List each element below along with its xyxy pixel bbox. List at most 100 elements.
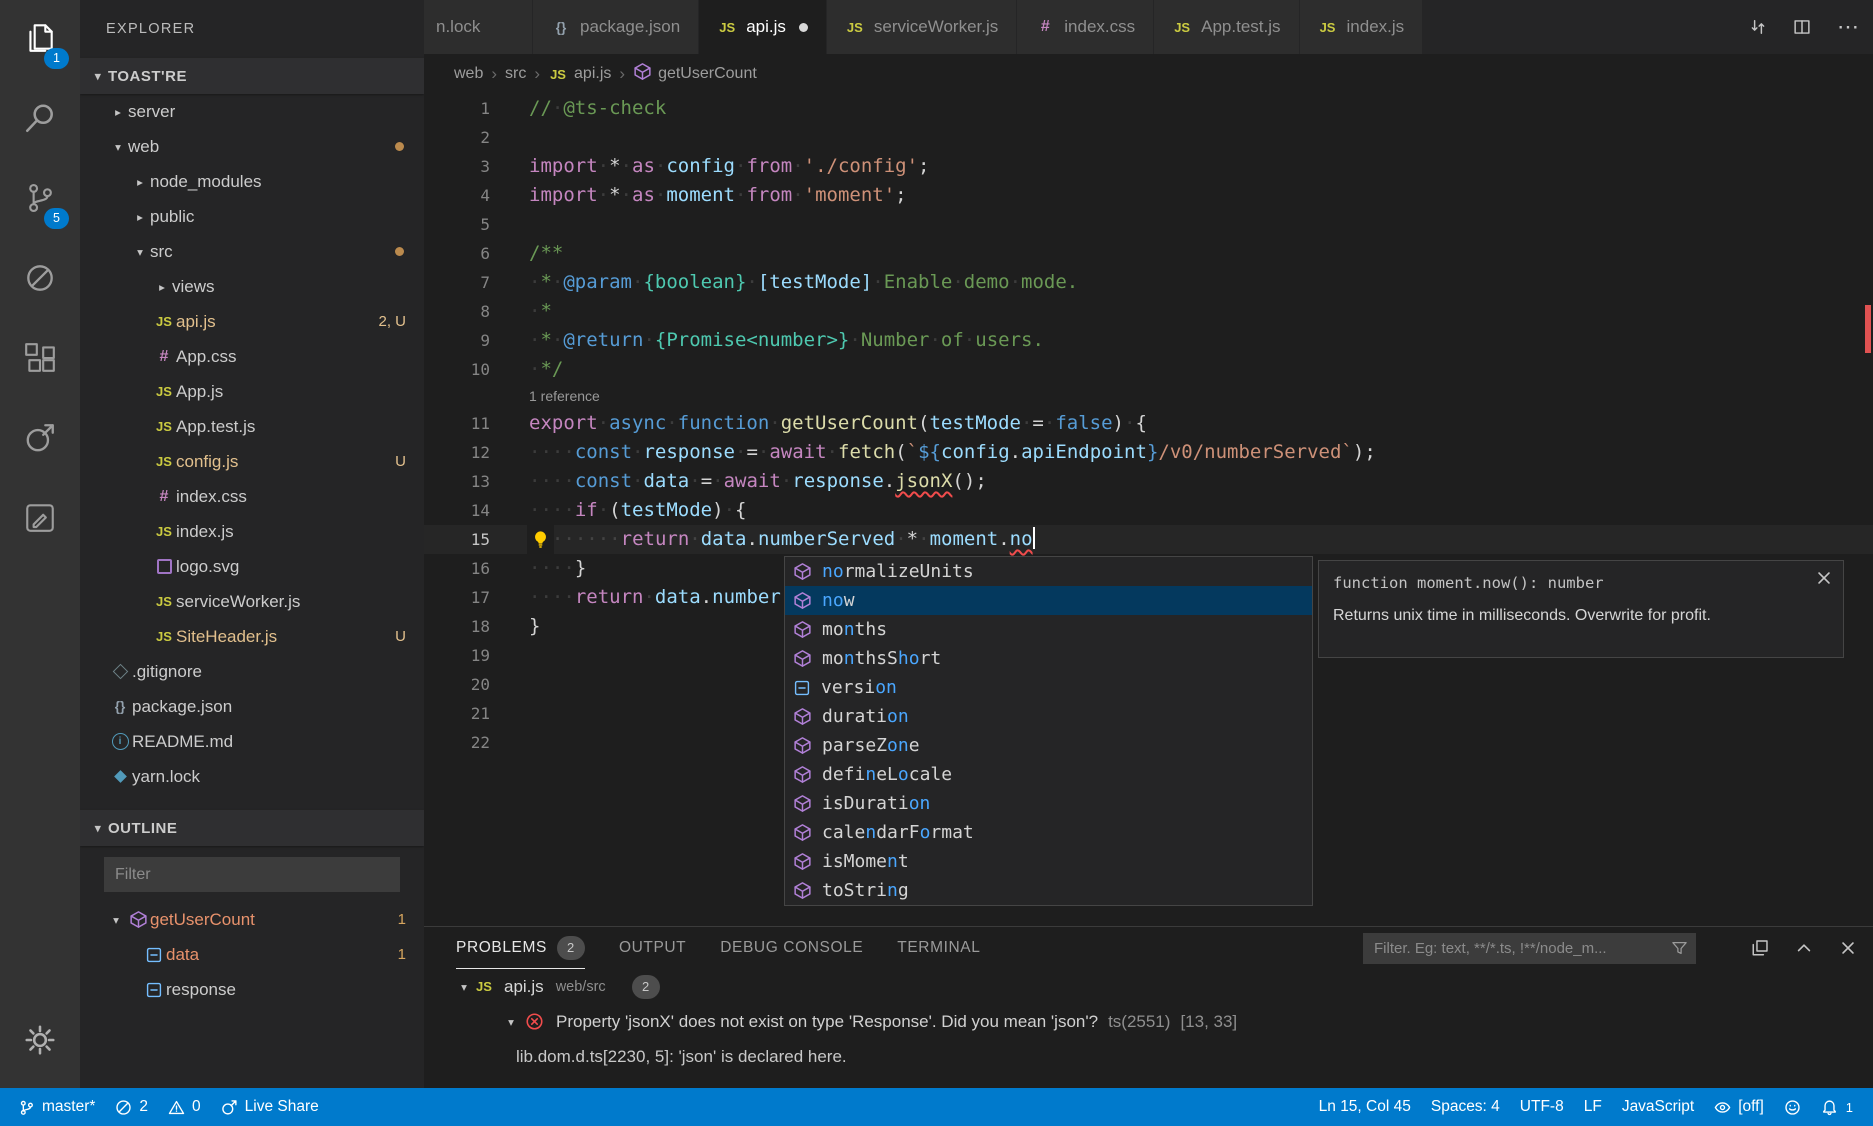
problem-error-row[interactable]: ▾Property 'jsonX' does not exist on type… <box>424 1004 1873 1039</box>
close-icon[interactable] <box>1815 569 1833 592</box>
notifications[interactable]: 1 <box>1811 1088 1863 1126</box>
problems-file-row[interactable]: ▾JSapi.jsweb/src2 <box>424 969 1873 1004</box>
tree-item-views[interactable]: ▸views <box>80 269 424 304</box>
more-actions-icon[interactable]: ⋯ <box>1837 18 1859 36</box>
panel-tab-debug-console[interactable]: DEBUG CONSOLE <box>720 927 863 969</box>
code-line-12[interactable]: 12····const·response·=·await·fetch(`${co… <box>424 438 1873 467</box>
activity-debug-button[interactable] <box>0 240 80 320</box>
outline-section-header[interactable]: ▾ OUTLINE <box>80 810 424 846</box>
tab-index-js[interactable]: JSindex.js <box>1300 0 1424 54</box>
code-line-9[interactable]: 9·*·@return·{Promise<number>}·Number·of·… <box>424 326 1873 355</box>
problem-related-row[interactable]: lib.dom.d.ts[2230, 5]: 'json' is declare… <box>424 1039 1873 1074</box>
breadcrumb-web[interactable]: web <box>454 65 483 83</box>
panel-tab-problems[interactable]: PROBLEMS2 <box>456 927 585 969</box>
code-line-11[interactable]: 11export·async·function·getUserCount(tes… <box>424 409 1873 438</box>
tree-item-public[interactable]: ▸public <box>80 199 424 234</box>
activity-live-share-button[interactable] <box>0 400 80 480</box>
code-line-3[interactable]: 3import·*·as·config·from·'./config'; <box>424 152 1873 181</box>
suggestion-isduration[interactable]: isDuration <box>785 789 1312 818</box>
suggestion-normalizeunits[interactable]: normalizeUnits <box>785 557 1312 586</box>
tree-item-siteheader-js[interactable]: JSSiteHeader.jsU <box>80 619 424 654</box>
suggestion-parsezone[interactable]: parseZone <box>785 731 1312 760</box>
suggestion-months[interactable]: months <box>785 615 1312 644</box>
tab-app-test-js[interactable]: JSApp.test.js <box>1154 0 1299 54</box>
outline-filter-input[interactable] <box>104 857 400 892</box>
code-line-1[interactable]: 1//·@ts-check <box>424 94 1873 123</box>
code-line-7[interactable]: 7·*·@param·{boolean}·[testMode]·Enable·d… <box>424 268 1873 297</box>
collapse-all-icon[interactable] <box>1751 939 1769 957</box>
screencast-toggle[interactable]: [off] <box>1704 1088 1774 1126</box>
code-line-14[interactable]: 14····if·(testMode)·{ <box>424 496 1873 525</box>
tab-index-css[interactable]: #index.css <box>1017 0 1154 54</box>
suggestion-now[interactable]: now <box>785 586 1312 615</box>
code-line-5[interactable]: 5 <box>424 210 1873 239</box>
activity-search-button[interactable] <box>0 80 80 160</box>
tree-item-web[interactable]: ▾web <box>80 129 424 164</box>
code-line-10[interactable]: 10·*/ <box>424 355 1873 384</box>
tab-serviceworker-js[interactable]: JSserviceWorker.js <box>827 0 1017 54</box>
code-line-2[interactable]: 2 <box>424 123 1873 152</box>
tab-package-json[interactable]: {}package.json <box>533 0 699 54</box>
tree-item-config-js[interactable]: JSconfig.jsU <box>80 444 424 479</box>
suggestion-version[interactable]: version <box>785 673 1312 702</box>
activity-files-button[interactable]: 1 <box>0 0 80 80</box>
tree-item-index-js[interactable]: JSindex.js <box>80 514 424 549</box>
code-line-8[interactable]: 8·* <box>424 297 1873 326</box>
code-line-15[interactable]: 15········return·data.numberServed·*·mom… <box>424 525 1873 554</box>
breadcrumb-src[interactable]: src <box>505 65 526 83</box>
tree-item-server[interactable]: ▸server <box>80 94 424 129</box>
tree-item-node-modules[interactable]: ▸node_modules <box>80 164 424 199</box>
breadcrumb-api-js[interactable]: JSapi.js <box>548 65 611 83</box>
code-line-13[interactable]: 13····const·data·=·await·response.jsonX(… <box>424 467 1873 496</box>
suggestion-definelocale[interactable]: defineLocale <box>785 760 1312 789</box>
tree-item-index-css[interactable]: #index.css <box>80 479 424 514</box>
tab-n-lock[interactable]: n.lock <box>424 0 533 54</box>
feedback[interactable] <box>1774 1088 1811 1126</box>
warning-count[interactable]: 0 <box>158 1088 211 1126</box>
tree-item-yarn-lock[interactable]: yarn.lock <box>80 759 424 794</box>
cursor-position[interactable]: Ln 15, Col 45 <box>1309 1088 1421 1126</box>
tab-api-js[interactable]: JSapi.js <box>699 0 827 54</box>
tree-item-app-css[interactable]: #App.css <box>80 339 424 374</box>
language-mode[interactable]: JavaScript <box>1612 1088 1704 1126</box>
compare-changes-icon[interactable] <box>1749 18 1767 36</box>
suggestion-monthsshort[interactable]: monthsShort <box>785 644 1312 673</box>
problems-filter-input[interactable] <box>1363 933 1696 964</box>
activity-source-control-button[interactable]: 5 <box>0 160 80 240</box>
split-editor-icon[interactable] <box>1793 18 1811 36</box>
tree-item-app-test-js[interactable]: JSApp.test.js <box>80 409 424 444</box>
panel-tab-terminal[interactable]: TERMINAL <box>897 927 980 969</box>
lightbulb-icon[interactable] <box>527 525 554 554</box>
indentation[interactable]: Spaces: 4 <box>1421 1088 1510 1126</box>
tree-item-package-json[interactable]: {}package.json <box>80 689 424 724</box>
outline-item-response[interactable]: response <box>80 972 424 1007</box>
workspace-section-header[interactable]: ▾ TOAST'RE <box>80 58 424 94</box>
tree-item-src[interactable]: ▾src <box>80 234 424 269</box>
tree-item-api-js[interactable]: JSapi.js2, U <box>80 304 424 339</box>
activity-extensions-button[interactable] <box>0 320 80 400</box>
panel-tab-output[interactable]: OUTPUT <box>619 927 686 969</box>
tree-item-readme-md[interactable]: iREADME.md <box>80 724 424 759</box>
settings-button[interactable] <box>0 1002 80 1082</box>
close-panel-icon[interactable] <box>1839 939 1857 957</box>
eol[interactable]: LF <box>1574 1088 1612 1126</box>
tree-item-serviceworker-js[interactable]: JSserviceWorker.js <box>80 584 424 619</box>
tree-item-gitignore[interactable]: .gitignore <box>80 654 424 689</box>
code-line-6[interactable]: 6/** <box>424 239 1873 268</box>
codelens-references[interactable]: 1 reference <box>424 384 1873 409</box>
breadcrumb-getusercount[interactable]: getUserCount <box>633 62 757 86</box>
suggestion-duration[interactable]: duration <box>785 702 1312 731</box>
suggestion-ismoment[interactable]: isMoment <box>785 847 1312 876</box>
error-count[interactable]: 2 <box>105 1088 158 1126</box>
git-branch-status[interactable]: master* <box>8 1088 105 1126</box>
maximize-panel-icon[interactable] <box>1795 939 1813 957</box>
live-share-status[interactable]: Live Share <box>211 1088 329 1126</box>
tree-item-logo-svg[interactable]: logo.svg <box>80 549 424 584</box>
suggestion-calendarformat[interactable]: calendarFormat <box>785 818 1312 847</box>
tree-item-app-js[interactable]: JSApp.js <box>80 374 424 409</box>
code-line-4[interactable]: 4import·*·as·moment·from·'moment'; <box>424 181 1873 210</box>
activity-pencil-box-button[interactable] <box>0 480 80 560</box>
outline-item-getusercount[interactable]: ▾getUserCount1 <box>80 902 424 937</box>
outline-item-data[interactable]: data1 <box>80 937 424 972</box>
encoding[interactable]: UTF-8 <box>1510 1088 1574 1126</box>
